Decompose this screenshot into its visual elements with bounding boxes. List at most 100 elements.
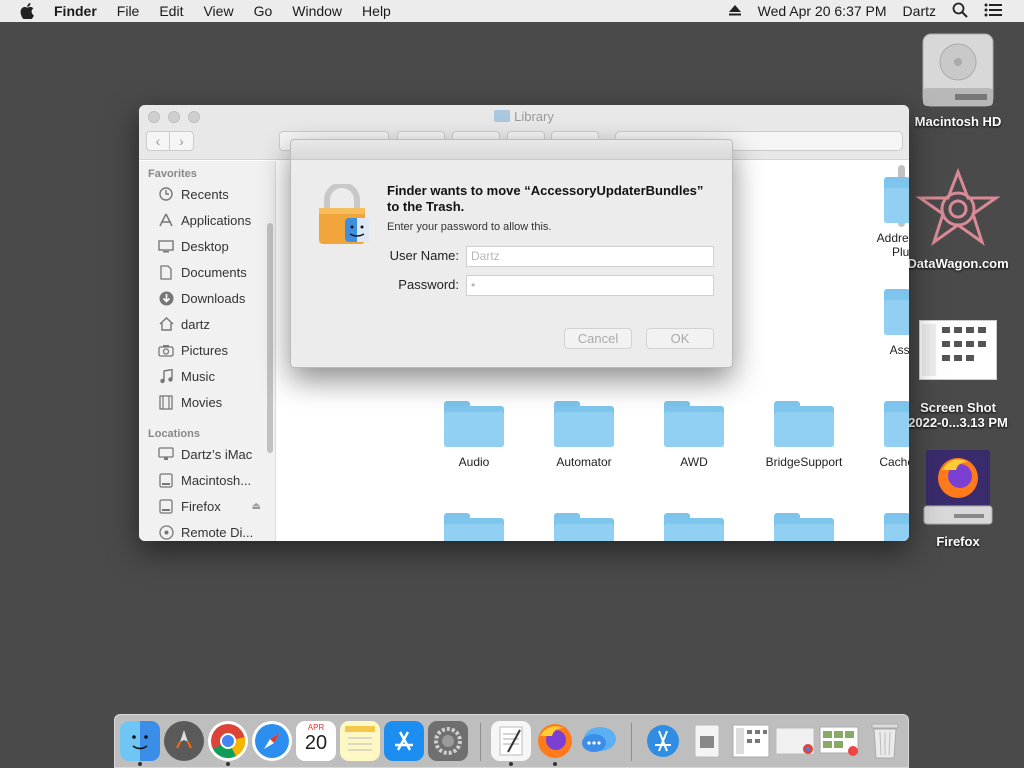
- applications-icon: [157, 212, 175, 228]
- sidebar-item-label: Macintosh...: [181, 472, 252, 488]
- ok-button[interactable]: OK: [646, 328, 714, 349]
- folder-icon: [664, 401, 724, 447]
- folder-assistant[interactable]: Assistant: [859, 289, 909, 357]
- desktop-icon: [157, 238, 175, 254]
- menu-edit[interactable]: Edit: [159, 3, 183, 19]
- sidebar-item-applications[interactable]: Applications: [139, 207, 275, 233]
- password-dialog: Finder wants to move “AccessoryUpdaterBu…: [290, 139, 733, 368]
- folder-icon: [554, 401, 614, 447]
- sidebar-item-documents[interactable]: Documents: [139, 259, 275, 285]
- folder-item[interactable]: [859, 513, 909, 541]
- music-note-icon: [157, 368, 175, 384]
- screenshot-thumbnail-icon: [919, 320, 997, 380]
- sidebar-item-label: Pictures: [181, 342, 228, 358]
- dock-safari-icon[interactable]: [252, 721, 292, 761]
- dock-running-indicator: [553, 762, 557, 766]
- imac-icon: [157, 446, 175, 462]
- folder-awd[interactable]: AWD: [639, 401, 749, 469]
- clock-datetime[interactable]: Wed Apr 20 6:37 PM: [758, 3, 887, 19]
- folder-item[interactable]: [529, 513, 639, 541]
- folder-automator[interactable]: Automator: [529, 401, 639, 469]
- desktop-icon-firefox[interactable]: Firefox: [898, 448, 1018, 549]
- eject-menu-icon[interactable]: [728, 3, 742, 19]
- sidebar-item-desktop[interactable]: Desktop: [139, 233, 275, 259]
- desktop-icon-screenshot[interactable]: Screen Shot 2022-0...3.13 PM: [898, 320, 1018, 430]
- dialog-subtitle: Enter your password to allow this.: [387, 221, 552, 233]
- sidebar-item-label: Movies: [181, 394, 223, 410]
- back-button[interactable]: ‹: [146, 131, 170, 151]
- sidebar-item-imac[interactable]: Dartz’s iMac: [139, 441, 275, 467]
- folder-item[interactable]: [419, 513, 529, 541]
- password-field[interactable]: •: [466, 275, 714, 296]
- folder-icon: [444, 401, 504, 447]
- desktop-icon-label: Screen Shot: [920, 400, 996, 415]
- dock-finder-icon[interactable]: [120, 721, 160, 761]
- username-field[interactable]: Dartz: [466, 246, 714, 267]
- dock-trash-icon[interactable]: [865, 721, 905, 761]
- dialog-header: [291, 140, 732, 160]
- dock-launchpad-icon[interactable]: [164, 721, 204, 761]
- folder-item[interactable]: [749, 513, 859, 541]
- menu-help[interactable]: Help: [362, 3, 391, 19]
- dock-system-preferences-icon[interactable]: [428, 721, 468, 761]
- eject-icon[interactable]: ⏏: [252, 501, 261, 512]
- sidebar-item-movies[interactable]: Movies: [139, 389, 275, 415]
- menu-window[interactable]: Window: [292, 3, 342, 19]
- sidebar-item-recents[interactable]: Recents: [139, 181, 275, 207]
- sidebar-item-pictures[interactable]: Pictures: [139, 337, 275, 363]
- dialog-title: Finder wants to move “AccessoryUpdaterBu…: [387, 183, 727, 215]
- dock-app-store-icon[interactable]: [384, 721, 424, 761]
- desktop-icon-datawagon[interactable]: DataWagon.com: [898, 167, 1018, 271]
- disk-icon: [157, 472, 175, 488]
- calendar-month: APR: [307, 723, 325, 732]
- apple-menu-icon[interactable]: [20, 3, 38, 19]
- dock-screenshot-stack-icon[interactable]: [731, 721, 771, 761]
- dock-applications-folder-icon[interactable]: [643, 721, 683, 761]
- sidebar-scrollbar[interactable]: [267, 223, 273, 453]
- menu-finder[interactable]: Finder: [54, 3, 97, 19]
- folder-bridgesupport[interactable]: BridgeSupport: [749, 401, 859, 469]
- menu-go[interactable]: Go: [254, 3, 273, 19]
- sidebar-item-music[interactable]: Music: [139, 363, 275, 389]
- menu-view[interactable]: View: [203, 3, 233, 19]
- desktop-icon-label: Firefox: [936, 534, 980, 549]
- document-icon: [157, 264, 175, 280]
- spotlight-search-icon[interactable]: [952, 2, 968, 21]
- dock-chrome-icon[interactable]: [208, 721, 248, 761]
- forward-button[interactable]: ›: [170, 131, 194, 151]
- dock-downloads-stack-icon[interactable]: [687, 721, 727, 761]
- cancel-button[interactable]: Cancel: [564, 328, 632, 349]
- sidebar-item-firefox[interactable]: Firefox ⏏: [139, 493, 275, 519]
- folder-icon: [884, 289, 909, 335]
- folder-label: BridgeSupport: [765, 455, 843, 469]
- sidebar-item-remote-disc[interactable]: Remote Di...: [139, 519, 275, 541]
- lock-finder-icon: [317, 182, 371, 249]
- folder-cachedelete[interactable]: CacheDelete: [859, 401, 909, 469]
- sidebar-item-macintosh-hd[interactable]: Macintosh...: [139, 467, 275, 493]
- folder-item[interactable]: [639, 513, 749, 541]
- finder-sidebar: Favorites Recents Applications Desktop D…: [139, 161, 276, 541]
- remote-disc-icon: [157, 524, 175, 540]
- folder-address-book-plug-ins[interactable]: Address Book Plug-Ins: [859, 177, 909, 259]
- user-menu[interactable]: Dartz: [903, 3, 936, 19]
- folder-icon: [664, 513, 724, 541]
- notification-center-icon[interactable]: [984, 3, 1002, 20]
- dock-calendar-icon[interactable]: APR 20: [296, 721, 336, 761]
- folder-audio[interactable]: Audio: [419, 401, 529, 469]
- folder-label: Assistant: [889, 343, 909, 357]
- sidebar-item-label: Music: [181, 368, 215, 384]
- dock-messages-icon[interactable]: [579, 721, 619, 761]
- dock-notes-icon[interactable]: [340, 721, 380, 761]
- dock-photos-thumbnail-icon[interactable]: [819, 721, 859, 761]
- desktop-icon-macintosh-hd[interactable]: Macintosh HD: [898, 32, 1018, 129]
- dock-window-thumbnail-icon[interactable]: [775, 721, 815, 761]
- sidebar-item-downloads[interactable]: Downloads: [139, 285, 275, 311]
- dialog-title-line1: Finder wants to move “AccessoryUpdaterBu…: [387, 183, 704, 198]
- sidebar-item-home[interactable]: dartz: [139, 311, 275, 337]
- desktop-icon-label: Macintosh HD: [914, 114, 1002, 129]
- sidebar-item-label: Downloads: [181, 290, 246, 306]
- dock-textedit-icon[interactable]: [491, 721, 531, 761]
- dock-firefox-icon[interactable]: [535, 721, 575, 761]
- menu-file[interactable]: File: [117, 3, 140, 19]
- datawagon-logo-icon: [915, 167, 1001, 250]
